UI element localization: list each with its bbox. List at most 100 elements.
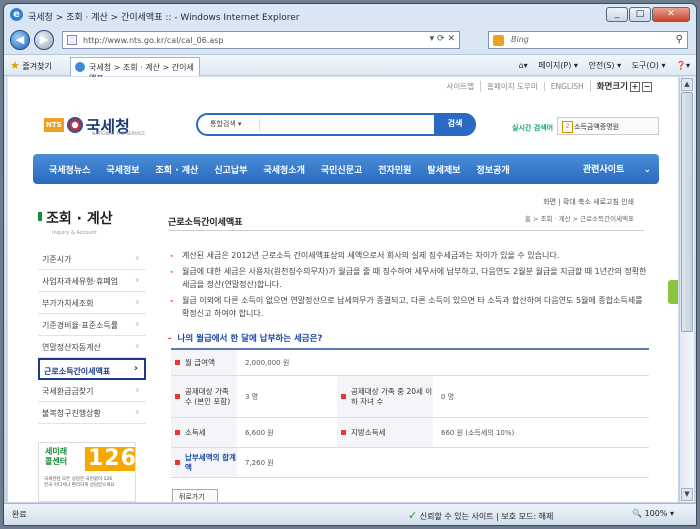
realtime-keyword[interactable]: 소득금액증명원 — [557, 117, 659, 135]
forward-arrow-icon[interactable]: ▶ — [34, 30, 54, 50]
title-bar: e 국세청 > 조회 · 계산 > 간이세액표 :: - Windows Int… — [4, 4, 696, 26]
emblem-icon — [66, 117, 83, 133]
local-tax-label: 지방소득세 — [337, 418, 433, 447]
back-arrow-icon[interactable]: ◀ — [10, 30, 30, 50]
minimize-button[interactable]: _ — [606, 7, 628, 22]
helper-link[interactable]: 홈페이지 도우미 — [480, 80, 544, 92]
english-link[interactable]: ENGLISH — [543, 81, 590, 91]
child-value: 0 명 — [441, 392, 455, 401]
banner-number: 126 — [85, 447, 135, 471]
total-value: 7,260 원 — [245, 458, 274, 467]
side-item-business-type[interactable]: 사업자과세유형·휴폐업 — [38, 270, 146, 292]
breadcrumb: 홈 > 조회 · 계산 > 근로소득간이세액표 — [524, 215, 634, 223]
scroll-up-arrow-icon[interactable]: ▲ — [681, 78, 693, 91]
side-item-standard-price[interactable]: 기준시가 — [38, 248, 146, 270]
maximize-button[interactable]: □ — [629, 7, 651, 22]
zoom-level[interactable]: 🔍 100% ▾ — [632, 509, 674, 518]
zoom-in-icon[interactable]: + — [630, 82, 640, 92]
income-tax-value: 6,600 원 — [245, 428, 274, 437]
note-1: 계산된 세금은 2012년 근로소득 간이세액표상의 세액으로서 회사의 실제 … — [168, 249, 648, 262]
search-scope-select[interactable]: 통합검색 ▾ — [210, 119, 260, 131]
scroll-down-arrow-icon[interactable]: ▼ — [681, 488, 693, 501]
gnb-civil[interactable]: 전자민원 — [378, 163, 411, 176]
side-quick-tab[interactable] — [668, 280, 678, 304]
search-button[interactable]: 검색 — [434, 113, 476, 136]
side-item-refund[interactable]: 국세환급금찾기 — [38, 380, 146, 402]
menu-safety[interactable]: 안전(S) ▾ — [588, 61, 621, 70]
browser-search-box[interactable]: Bing ⚲ — [488, 31, 688, 49]
search-icon[interactable]: ⚲ — [676, 34, 683, 45]
status-text: 완료 — [12, 510, 27, 519]
side-item-appeal[interactable]: 불복청구진행상황 — [38, 402, 146, 424]
browser-tab[interactable]: 국세청 > 조회 · 계산 > 간이세액표 :: — [70, 57, 200, 83]
font-size-control: 화면크기 + − — [589, 80, 658, 92]
menu-page[interactable]: 페이지(P) ▾ — [538, 61, 578, 70]
side-item-vat[interactable]: 부가가치세조회 — [38, 292, 146, 314]
sitemap-link[interactable]: 사이트맵 — [440, 81, 480, 92]
favorites-button[interactable]: ★ 즐겨찾기 — [10, 59, 52, 72]
income-tax-label: 소득세 — [171, 418, 237, 447]
related-sites-dropdown[interactable]: 관련사이트 ⌄ — [583, 162, 651, 175]
address-bar[interactable]: http://www.nts.go.kr/cal/cal_06.asp ▾ ⟳ … — [62, 31, 460, 49]
side-item-wage-tax-table[interactable]: 근로소득간이세액표 — [38, 358, 146, 380]
side-item-expense-rate[interactable]: 기준경비율·표준소득률 — [38, 314, 146, 336]
side-menu: 조회 · 계산 Inquiry & Account 기준시가 사업자과세유형·휴… — [38, 208, 146, 424]
command-bar: ⌂▾ 페이지(P) ▾ 안전(S) ▾ 도구(O) ▾ ❓▾ — [511, 60, 690, 71]
zoom-out-icon[interactable]: − — [642, 82, 652, 92]
page-icon — [67, 35, 77, 45]
refresh-stop-icons[interactable]: ▾ ⟳ ✕ — [430, 34, 455, 44]
close-button[interactable]: ✕ — [652, 7, 690, 22]
gnb-filing[interactable]: 신고납부 — [214, 163, 247, 176]
back-button[interactable]: 뒤로가기 — [172, 489, 218, 502]
family-label: 공제대상 가족 수 (본인 포함) — [171, 376, 237, 417]
gnb-disclosure[interactable]: 정보공개 — [477, 163, 510, 176]
logo-subtitle: NATIONAL TAX SERVICE — [92, 132, 146, 137]
gnb-info[interactable]: 국세정보 — [106, 163, 139, 176]
search-engine-label: Bing — [511, 35, 529, 44]
logo-badge: NTS — [44, 118, 64, 132]
question-heading: 나의 월급에서 한 달에 납부하는 세금은? — [168, 332, 323, 344]
gnb-inquiry[interactable]: 조회 · 계산 — [156, 163, 199, 176]
status-bar: 완료 ✓ 신뢰할 수 있는 사이트 | 보호 모드: 해제 🔍 100% ▾ — [4, 503, 696, 525]
url-text: http://www.nts.go.kr/cal/cal_06.asp — [83, 36, 224, 45]
ie-icon: e — [10, 8, 23, 21]
site-logo[interactable]: NTS 국세청 NATIONAL TAX SERVICE — [44, 113, 145, 137]
side-menu-subtitle: Inquiry & Account — [52, 230, 97, 236]
side-item-year-end[interactable]: 연말정산자동계산 — [38, 336, 146, 358]
favorites-bar: ★ 즐겨찾기 국세청 > 조회 · 계산 > 간이세액표 :: ⌂▾ 페이지(P… — [4, 54, 696, 83]
table-row: 월 급여액 2,000,000 원 — [171, 350, 649, 376]
realtime-label: 실시간 검색어 — [512, 124, 554, 132]
note-3: 월급 이외에 다른 소득이 없으면 연말정산으로 납세의무가 종결되고, 다른 … — [168, 294, 648, 320]
page-title: 근로소득간이세액표 — [168, 218, 243, 228]
tax-result-table: 월 급여액 2,000,000 원 공제대상 가족 수 (본인 포함) 3 명 … — [171, 348, 649, 478]
star-icon: ★ — [10, 59, 20, 72]
gnb-report[interactable]: 탈세제보 — [427, 163, 460, 176]
local-tax-value: 660 원 (소득세의 10%) — [441, 428, 515, 437]
page-viewport: 사이트맵 홈페이지 도우미 ENGLISH 화면크기 + − NTS 국세청 NAT… — [8, 77, 678, 502]
help-icon[interactable]: ❓▾ — [676, 61, 690, 70]
banner-text: 국세관련 모든 상담은 국번없이 126 전국 어디서나 편리하게 상담받으세요 — [44, 477, 115, 488]
site-search: 통합검색 ▾ 검색 — [196, 113, 476, 136]
home-icon[interactable]: ⌂▾ — [519, 61, 528, 70]
banner-title: 세미래 콜센터 — [45, 447, 68, 466]
window-title: 국세청 > 조회 · 계산 > 간이세액표 :: - Windows Inter… — [28, 13, 300, 23]
check-icon: ✓ — [408, 509, 418, 522]
page-tools[interactable]: 화면 | 확대 축소 새로고침 인쇄 — [543, 197, 634, 207]
scroll-thumb[interactable] — [681, 92, 693, 332]
table-row: 소득세 6,600 원 지방소득세 660 원 (소득세의 10%) — [171, 418, 649, 448]
vertical-scrollbar[interactable]: ▲ ▼ — [679, 77, 694, 502]
salary-value: 2,000,000 원 — [245, 358, 290, 367]
callcenter-banner[interactable]: 세미래 콜센터 126 국세관련 모든 상담은 국번없이 126 전국 어디서나 … — [38, 442, 136, 502]
table-row: 납부세액의 합계액 7,260 원 — [171, 448, 649, 478]
gnb-news[interactable]: 국세청뉴스 — [49, 163, 90, 176]
gnb-petition[interactable]: 국민신문고 — [321, 163, 362, 176]
gnb-about[interactable]: 국세청소개 — [263, 163, 304, 176]
salary-label: 월 급여액 — [171, 350, 237, 375]
zone-text: ✓ 신뢰할 수 있는 사이트 | 보호 모드: 해제 — [408, 509, 554, 522]
child-label: 공제대상 가족 중 20세 이하 자녀 수 — [337, 376, 433, 417]
browser-window: e 국세청 > 조회 · 계산 > 간이세액표 :: - Windows Int… — [3, 3, 697, 526]
utility-links: 사이트맵 홈페이지 도우미 ENGLISH 화면크기 + − — [440, 80, 658, 92]
global-navigation: 국세청뉴스 국세정보 조회 · 계산 신고납부 국세청소개 국민신문고 전자민원… — [33, 154, 659, 184]
table-row: 공제대상 가족 수 (본인 포함) 3 명 공제대상 가족 중 20세 이하 자… — [171, 376, 649, 418]
menu-tools[interactable]: 도구(O) ▾ — [632, 61, 666, 70]
